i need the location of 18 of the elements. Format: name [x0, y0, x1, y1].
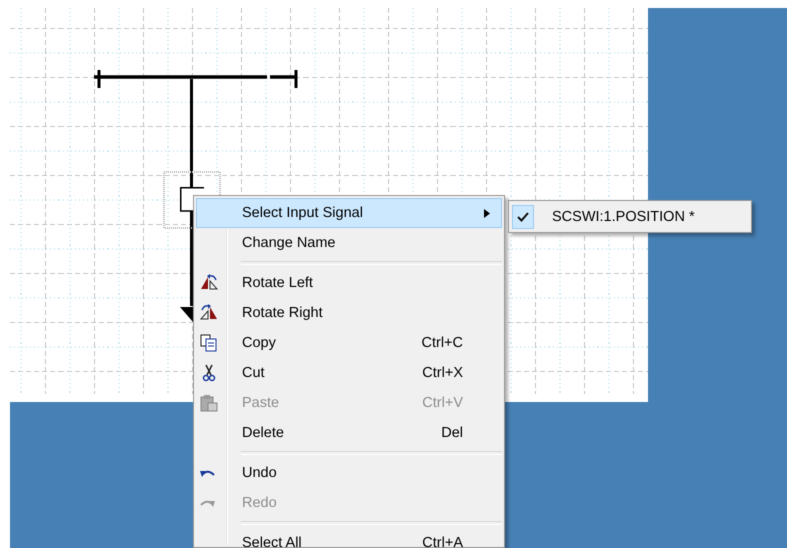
menu-item[interactable]: Select All Ctrl+A [196, 528, 502, 547]
menu-item[interactable]: Rotate Left [196, 268, 502, 298]
feeder-line[interactable] [180, 79, 193, 322]
submenu-item[interactable]: SCSWI:1.POSITION * [512, 204, 748, 229]
busbar-drawing[interactable] [94, 70, 298, 88]
clipboard-icon [199, 393, 219, 413]
redo-icon [199, 498, 216, 508]
undo-icon [199, 468, 216, 478]
menu-item[interactable]: Rotate Right [196, 298, 502, 328]
copy-icon [199, 333, 219, 353]
menu-item[interactable]: Cut Ctrl+X [196, 358, 502, 388]
selection-outline [163, 171, 221, 229]
menu-item[interactable]: Delete Del [196, 418, 502, 448]
menu-item[interactable]: Select Input Signal [196, 198, 502, 228]
menu-item[interactable]: Copy Ctrl+C [196, 328, 502, 358]
submenu-arrow-icon [484, 208, 490, 218]
menu-item[interactable]: Change Name [196, 228, 502, 258]
menu-item[interactable]: Undo [196, 458, 502, 488]
